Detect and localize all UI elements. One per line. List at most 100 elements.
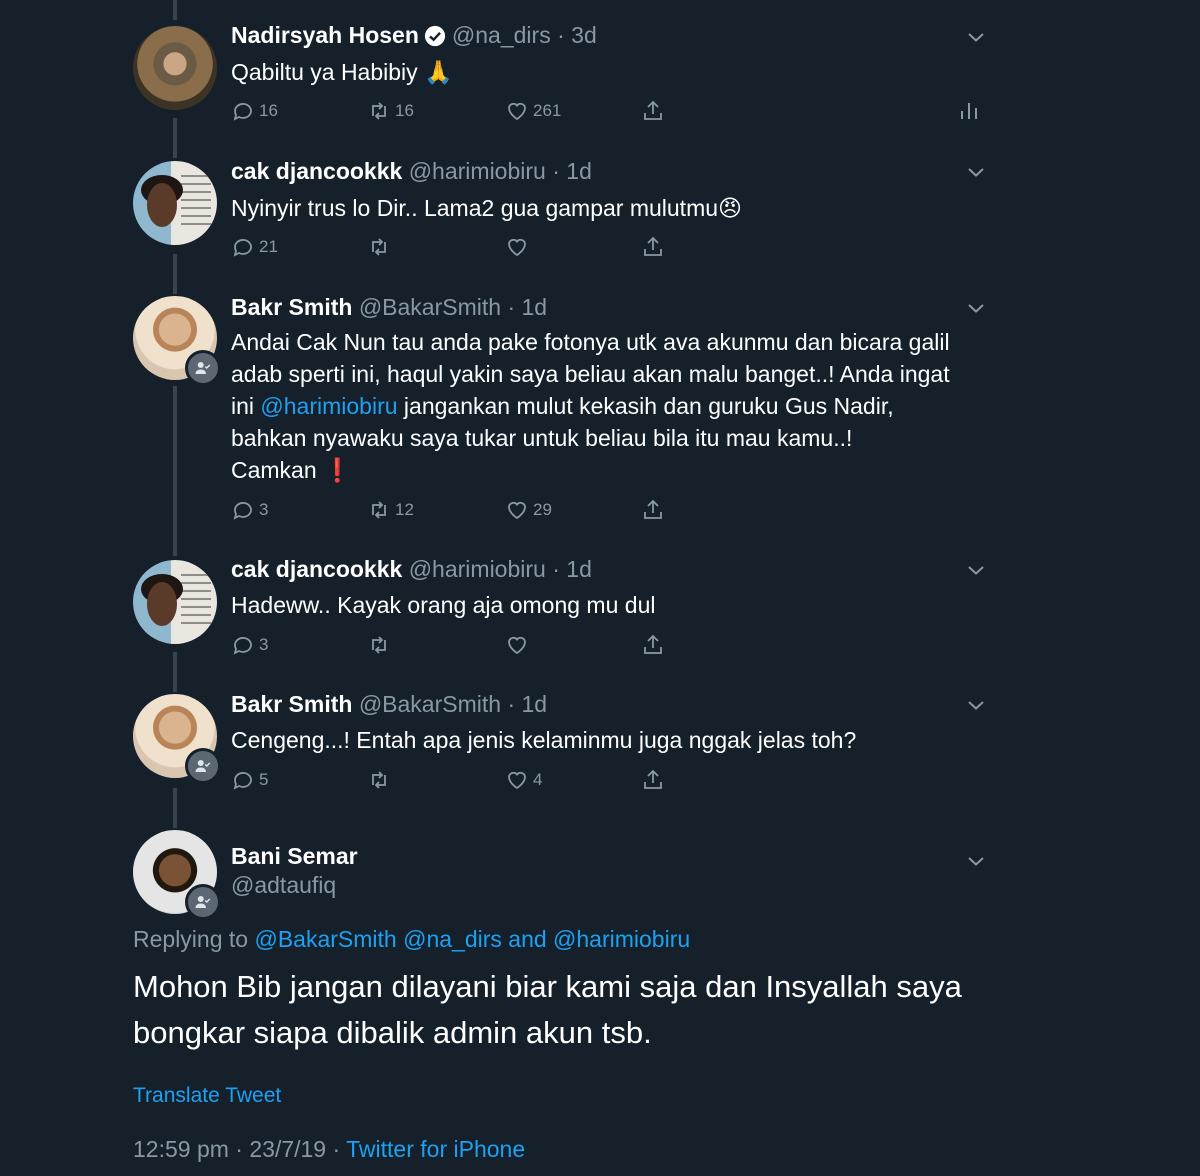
reply-button[interactable]: 5 xyxy=(231,768,268,792)
avatar[interactable] xyxy=(133,560,217,644)
display-name[interactable]: Bani Semar xyxy=(231,843,358,870)
share-button[interactable] xyxy=(641,99,669,123)
reply-button[interactable]: 3 xyxy=(231,633,268,657)
retweet-icon xyxy=(372,636,386,654)
tweet-header: Nadirsyah Hosen @na_dirs · 3d xyxy=(231,22,597,49)
chevron-down-icon[interactable] xyxy=(964,296,988,320)
handle[interactable]: @harimiobiru xyxy=(409,556,546,583)
reply-count: 5 xyxy=(259,770,269,789)
verified-icon xyxy=(424,25,445,46)
like-button[interactable]: 261 xyxy=(505,99,561,123)
reply-count: 3 xyxy=(259,635,269,654)
retweet-button[interactable] xyxy=(367,768,395,792)
main-tweet-name: Bani Semar xyxy=(231,843,358,870)
heart-icon xyxy=(508,501,526,520)
share-icon xyxy=(644,499,662,519)
reply-count: 16 xyxy=(259,101,278,120)
chevron-down-icon[interactable] xyxy=(964,849,988,873)
tweet[interactable]: Bakr Smith @BakarSmith · 1d Andai Cak Nu… xyxy=(0,286,1200,552)
tweet-text: Andai Cak Nun tau anda pake fotonya utk … xyxy=(231,326,1031,486)
text-line: Camkan ❗ xyxy=(231,457,352,483)
display-name[interactable]: cak djancookkk xyxy=(231,556,402,583)
reply-icon xyxy=(233,637,252,655)
retweet-count: 16 xyxy=(395,101,414,120)
retweet-button[interactable] xyxy=(367,235,395,259)
display-name[interactable]: cak djancookkk xyxy=(231,158,402,185)
handle[interactable]: @adtaufiq xyxy=(231,872,336,899)
handle[interactable]: @BakarSmith xyxy=(359,294,501,321)
reply-button[interactable]: 21 xyxy=(231,235,278,259)
text-line: Mohon Bib jangan dilayani biar kami saja… xyxy=(133,969,962,1004)
chevron-down-icon[interactable] xyxy=(964,160,988,184)
share-button[interactable] xyxy=(641,633,669,657)
tweet-header: cak djancookkk @harimiobiru · 1d xyxy=(231,556,592,583)
separator-dot: · xyxy=(332,1136,341,1162)
reply-button[interactable]: 3 xyxy=(231,498,268,522)
retweet-button[interactable]: 16 xyxy=(367,99,414,123)
tweet[interactable]: Bakr Smith @BakarSmith · 1d Cengeng...! … xyxy=(0,686,1200,820)
timestamp[interactable]: 3d xyxy=(571,22,597,49)
person-check-icon xyxy=(195,362,211,374)
share-button[interactable] xyxy=(641,768,669,792)
share-icon xyxy=(644,100,662,120)
text-line: bahkan nyawaku saya tukar untuk beliau b… xyxy=(231,425,853,451)
tweet-text: Cengeng...! Entah apa jenis kelaminmu ju… xyxy=(231,727,857,753)
timestamp[interactable]: 1d xyxy=(522,294,548,321)
tweet-source-link[interactable]: Twitter for iPhone xyxy=(346,1136,525,1162)
timestamp[interactable]: 1d xyxy=(566,556,592,583)
timestamp[interactable]: 1d xyxy=(566,158,592,185)
retweet-button[interactable] xyxy=(367,633,395,657)
handle[interactable]: @na_dirs xyxy=(452,22,551,49)
tweet-text: Nyinyir trus lo Dir.. Lama2 gua gampar m… xyxy=(231,195,742,221)
chevron-down-icon[interactable] xyxy=(964,693,988,717)
tweet-text: Qabiltu ya Habibiy 🙏 xyxy=(231,59,453,85)
text-line: bongkar siapa dibalik admin akun tsb. xyxy=(133,1015,652,1050)
like-button[interactable]: 4 xyxy=(505,768,542,792)
separator-dot: · xyxy=(545,158,567,184)
replying-and: and xyxy=(508,926,547,952)
handle[interactable]: @BakarSmith xyxy=(359,691,501,718)
tweet-time[interactable]: 12:59 pm xyxy=(133,1136,229,1162)
reply-button[interactable]: 16 xyxy=(231,99,278,123)
share-icon xyxy=(644,236,662,256)
timestamp[interactable]: 1d xyxy=(522,691,548,718)
heart-icon xyxy=(508,636,526,655)
translate-tweet-link[interactable]: Translate Tweet xyxy=(133,1084,281,1108)
like-button[interactable] xyxy=(505,633,533,657)
mention-link[interactable]: @harimiobiru xyxy=(553,926,690,952)
display-name[interactable]: Bakr Smith xyxy=(231,691,352,718)
action-bar: 5 4 xyxy=(231,768,991,794)
separator-dot: · xyxy=(550,22,572,48)
stats-button[interactable] xyxy=(957,99,985,123)
like-button[interactable] xyxy=(505,235,533,259)
action-bar: 3 12 29 xyxy=(231,498,991,524)
share-button[interactable] xyxy=(641,235,669,259)
tweet[interactable]: cak djancookkk @harimiobiru · 1d Nyinyir… xyxy=(0,150,1200,286)
display-name[interactable]: Nadirsyah Hosen xyxy=(231,22,419,49)
avatar[interactable] xyxy=(133,26,217,110)
reply-icon xyxy=(233,239,252,257)
display-name[interactable]: Bakr Smith xyxy=(231,294,352,321)
like-button[interactable]: 29 xyxy=(505,498,552,522)
share-icon xyxy=(644,769,662,789)
chevron-down-icon[interactable] xyxy=(964,558,988,582)
chevron-down-icon[interactable] xyxy=(964,25,988,49)
mention-link[interactable]: @harimiobiru xyxy=(260,393,397,419)
tweet[interactable]: Nadirsyah Hosen @na_dirs · 3d Qabiltu ya… xyxy=(0,0,1200,150)
tweet-header: Bakr Smith @BakarSmith · 1d xyxy=(231,691,547,718)
tweet[interactable]: cak djancookkk @harimiobiru · 1d Hadeww.… xyxy=(0,552,1200,686)
share-button[interactable] xyxy=(641,498,669,522)
mention-link[interactable]: @BakarSmith xyxy=(254,926,396,952)
main-tweet-handle: @adtaufiq xyxy=(231,872,336,899)
separator-dot: · xyxy=(501,691,522,717)
handle[interactable]: @harimiobiru xyxy=(409,158,546,185)
main-tweet-text: Mohon Bib jangan dilayani biar kami saja… xyxy=(133,964,1033,1056)
follow-badge xyxy=(185,748,221,784)
like-count: 29 xyxy=(533,500,552,519)
replying-to: Replying to @BakarSmith @na_dirs and @ha… xyxy=(133,926,690,953)
mention-link[interactable]: @na_dirs xyxy=(403,926,502,952)
text-line: Andai Cak Nun tau anda pake fotonya utk … xyxy=(231,329,950,355)
retweet-button[interactable]: 12 xyxy=(367,498,414,522)
tweet-date[interactable]: 23/7/19 xyxy=(249,1136,326,1162)
avatar[interactable] xyxy=(133,161,217,245)
